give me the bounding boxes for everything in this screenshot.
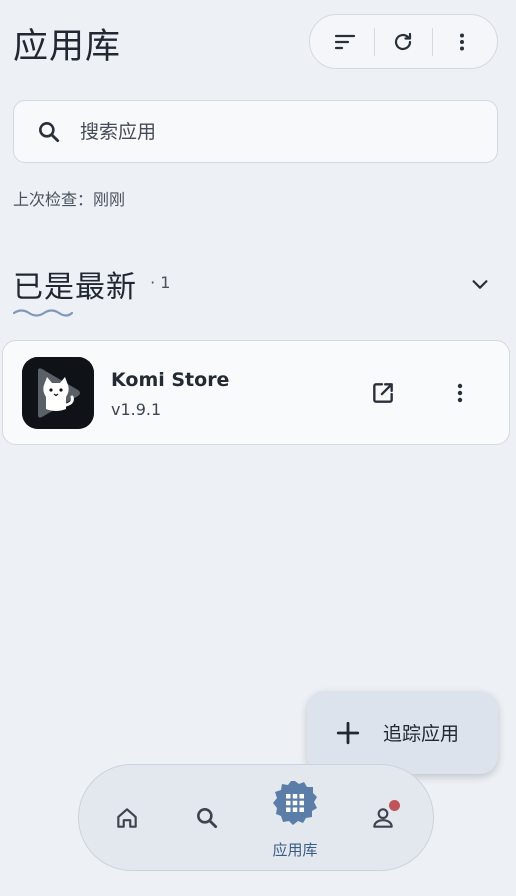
fab-label: 追踪应用 xyxy=(383,723,460,745)
chevron-down-icon xyxy=(472,280,488,289)
section-header-up-to-date: 已是最新 · 1 xyxy=(13,262,498,322)
divider xyxy=(432,27,434,56)
search-icon xyxy=(39,121,60,142)
app-version: v1.9.1 xyxy=(111,400,162,419)
bottom-navigation: 应用库 xyxy=(78,764,434,871)
refresh-icon xyxy=(395,32,412,50)
more-vert-icon xyxy=(459,33,464,50)
nav-item-library[interactable]: 应用库 xyxy=(265,781,325,861)
page-title: 应用库 xyxy=(13,27,122,67)
notification-badge xyxy=(389,800,400,811)
search-bar[interactable] xyxy=(13,100,498,163)
track-app-fab[interactable]: 追踪应用 xyxy=(307,691,498,774)
app-more-options-button[interactable] xyxy=(440,373,480,413)
search-icon xyxy=(197,808,218,829)
nav-item-profile[interactable] xyxy=(365,800,401,836)
wave-underline-icon xyxy=(13,309,73,317)
refresh-button[interactable] xyxy=(381,20,425,64)
search-input[interactable] xyxy=(80,120,440,143)
app-card-komi-store[interactable]: Komi Store v1.9.1 xyxy=(2,340,510,445)
sort-button[interactable] xyxy=(323,20,367,64)
collapse-section-button[interactable] xyxy=(462,266,498,302)
nav-item-label: 应用库 xyxy=(272,841,318,859)
grid-icon xyxy=(286,794,304,812)
app-name: Komi Store xyxy=(111,369,230,391)
section-title: 已是最新 xyxy=(13,270,137,305)
more-options-button[interactable] xyxy=(440,20,484,64)
open-app-button[interactable] xyxy=(363,373,403,413)
app-icon xyxy=(22,357,94,429)
section-count: · 1 xyxy=(150,273,171,292)
divider xyxy=(373,27,375,56)
komi-store-cat-play-icon xyxy=(22,357,94,429)
active-indicator xyxy=(273,781,317,825)
plus-icon xyxy=(336,721,360,744)
nav-item-search[interactable] xyxy=(189,800,225,836)
home-icon xyxy=(117,808,137,828)
more-vert-icon xyxy=(457,383,463,403)
top-action-bar xyxy=(309,14,498,69)
sort-icon xyxy=(335,34,356,49)
nav-item-home[interactable] xyxy=(109,800,145,836)
last-check-status: 上次检查：刚刚 xyxy=(13,190,126,209)
open-external-icon xyxy=(373,383,393,403)
